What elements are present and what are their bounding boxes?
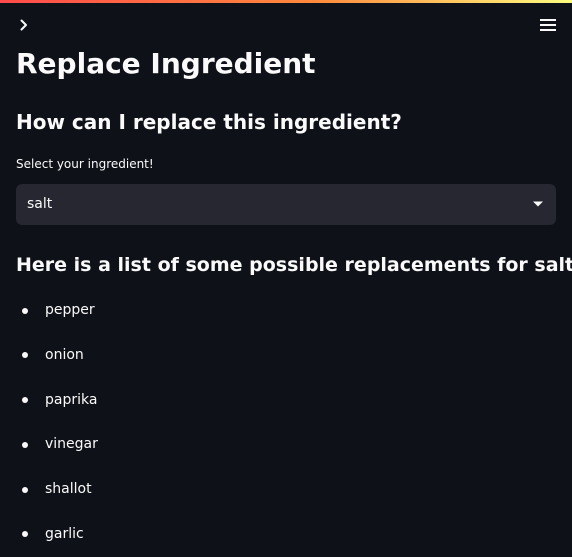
list-item: onion [0,333,572,378]
list-item: paprika [0,378,572,423]
bullet-icon [22,486,28,493]
list-item-text: onion [45,346,84,363]
bullet-icon [22,441,28,448]
list-item-text: vinegar [45,436,98,453]
sidebar-toggle-button[interactable] [14,15,34,35]
bullet-icon [22,352,28,359]
replacements-header: Here is a list of some possible replacem… [16,254,572,276]
main-menu-button[interactable] [537,15,559,35]
hamburger-menu-icon [540,19,556,31]
list-item: vinegar [0,422,572,467]
list-item-text: paprika [45,391,98,408]
ingredient-select-label: Select your ingredient! [16,157,154,171]
list-item-text: pepper [45,302,95,318]
list-item: garlic [0,512,572,557]
top-decoration-bar [0,0,572,3]
section-subheader: How can I replace this ingredient? [16,110,402,134]
list-item: pepper [0,288,572,333]
bullet-icon [22,397,28,403]
bullet-icon [22,307,28,314]
list-item-text: shallot [45,481,92,497]
list-item: shallot [0,467,572,512]
ingredient-select[interactable]: salt [16,184,556,225]
page-title: Replace Ingredient [16,47,316,80]
list-item-text: garlic [45,525,84,542]
bullet-icon [22,531,28,538]
chevron-right-icon [20,19,27,31]
caret-down-icon [533,201,543,207]
ingredient-select-value: salt [27,196,53,212]
replacement-list: pepper onion paprika vinegar shallot gar… [0,288,572,557]
